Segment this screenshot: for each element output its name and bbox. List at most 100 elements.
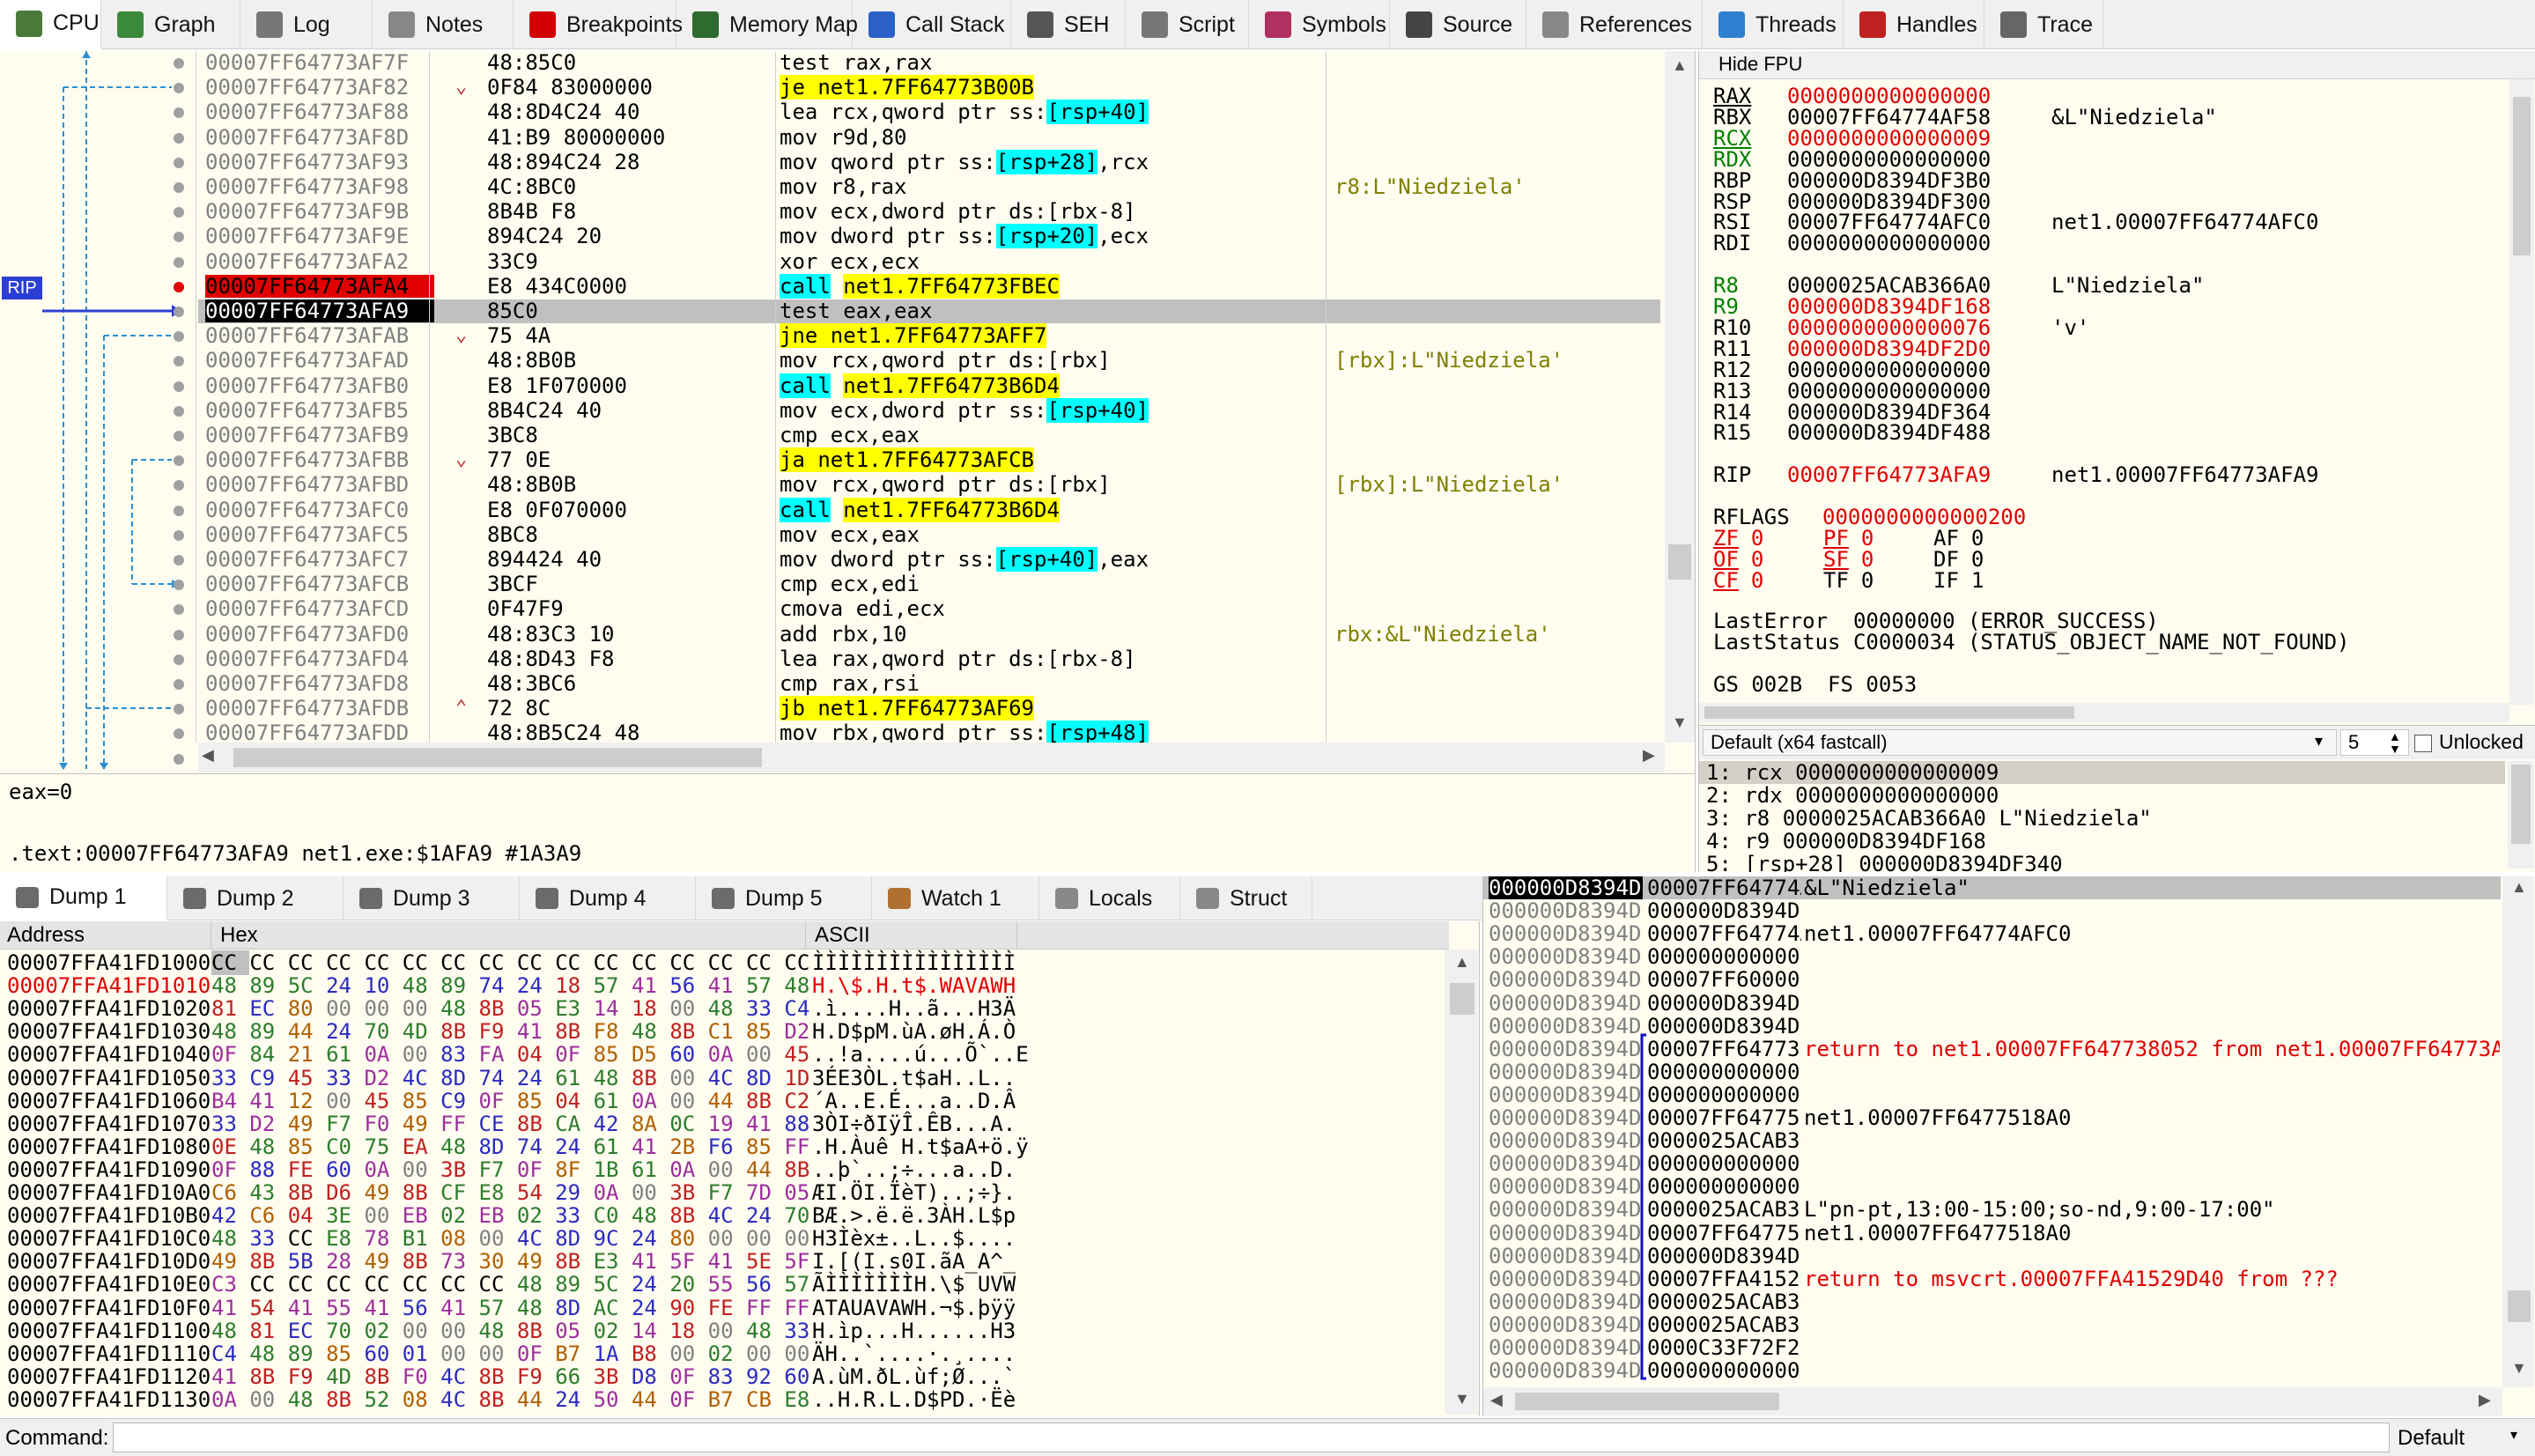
bullet-icon[interactable] [174, 704, 184, 714]
dump-row[interactable]: 00007FFA41FD1070 33 D2 49 F7 F0 49 FF CE … [0, 1112, 1445, 1135]
stack-vscroll[interactable]: ▲ ▼ [2502, 876, 2534, 1387]
stack-row[interactable]: 000000D8394DF30000007FF64774AF58&L"Niedz… [1483, 876, 2501, 899]
disasm-row[interactable]: 00007FF64773AF98 4C:8BC0 mov r8,rax r8:L"Ni… [174, 175, 1660, 199]
disasm-row[interactable]: 00007FF64773AFB0 E8 1F070000 call net1.7FF… [174, 373, 1660, 398]
tab-threads[interactable]: Threads [1703, 0, 1844, 49]
dump-row[interactable]: 00007FFA41FD1020 81 EC 80 00 00 00 48 8B … [0, 997, 1445, 1020]
bullet-icon[interactable] [174, 307, 184, 317]
stack-row[interactable]: 000000D8394DF3680000000000000000 [1483, 1175, 2501, 1198]
argument-row[interactable]: 2: rdx 0000000000000000 [1706, 784, 1999, 807]
bullet-icon[interactable] [174, 207, 184, 218]
registers-hscroll[interactable] [1699, 703, 2509, 722]
flag-if[interactable]: IF 1 [1933, 569, 1984, 592]
breakpoint-bullet-icon[interactable] [174, 282, 184, 292]
tab-memory-map[interactable]: Memory Map [676, 0, 858, 49]
stack-row[interactable]: 000000D8394DF380000000D8394DF400 [1483, 1245, 2501, 1268]
dump-row[interactable]: 00007FFA41FD1030 48 89 44 24 70 4D 8B F9 … [0, 1020, 1445, 1043]
stack-row[interactable]: 000000D8394DF3A00000C33F72F20000 [1483, 1336, 2501, 1359]
register-name-r15[interactable]: R15 [1713, 421, 1751, 444]
tab-trace[interactable]: Trace [1984, 0, 2103, 49]
dump-row[interactable]: 00007FFA41FD10C0 48 33 CC E8 78 B1 08 00 … [0, 1227, 1445, 1250]
disasm-row[interactable]: 00007FF64773AF9E 894C24 20 mov dword ptr s… [174, 224, 1660, 248]
disasm-row[interactable]: 00007FF64773AFD8 48:3BC6 cmp rax,rsi [174, 672, 1660, 696]
disasm-row[interactable]: 00007FF64773AFC5 8BC8 mov ecx,eax [174, 523, 1660, 547]
disasm-row[interactable]: 00007FF64773AFBD 48:8B0B mov rcx,qword ptr… [174, 473, 1660, 497]
bullet-icon[interactable] [174, 83, 184, 93]
stack-row[interactable]: 000000D8394DF32000007FF600000000 [1483, 968, 2501, 991]
stack-row[interactable]: 000000D8394DF308000000D8394DF3B0 [1483, 899, 2501, 922]
dump-row[interactable]: 00007FFA41FD1040 0F 84 21 61 0A 00 83 FA … [0, 1043, 1445, 1066]
bullet-icon[interactable] [174, 754, 184, 765]
bullet-icon[interactable] [174, 630, 184, 640]
disasm-row[interactable]: 00007FF64773AF7F 48:85C0 test rax,rax [174, 51, 1660, 75]
dump-row[interactable]: 00007FFA41FD1000 CC CC CC CC CC CC CC CC … [0, 950, 1445, 975]
tab-breakpoints[interactable]: Breakpoints [514, 0, 683, 49]
disasm-row[interactable]: 00007FF64773AFD0 48:83C3 10 add rbx,10 rbx:… [174, 623, 1660, 647]
dump-row[interactable]: 00007FFA41FD1080 0E 48 85 C0 75 EA 48 8D … [0, 1135, 1445, 1158]
bullet-icon[interactable] [174, 331, 184, 342]
arguments-pane[interactable]: Default (x64 fastcall) ▾ 5 ▲ ▼ Unlocked 1… [1698, 725, 2535, 872]
disasm-row[interactable]: 00007FF64773AFDB ⌃ 72 8C jb net1.7FF64773AF… [174, 696, 1660, 721]
bullet-icon[interactable] [174, 654, 184, 665]
hide-fpu-button[interactable]: Hide FPU [1718, 53, 1802, 76]
register-value-rdi[interactable]: 0000000000000000 [1787, 232, 1991, 255]
bullet-icon[interactable] [174, 480, 184, 491]
disasm-row[interactable]: 00007FF64773AFA9 85C0 test eax,eax [174, 299, 1660, 323]
argument-row[interactable]: 4: r9 000000D8394DF168 [1706, 830, 1986, 853]
tab-symbols[interactable]: Symbols [1249, 0, 1390, 49]
stack-row[interactable]: 000000D8394DF3180000000000000000 [1483, 945, 2501, 968]
dump-row[interactable]: 00007FFA41FD10F0 41 54 41 55 41 56 41 57 … [0, 1297, 1445, 1319]
stack-row[interactable]: 000000D8394DF330000000D8394DF364 [1483, 1015, 2501, 1038]
flag-cf[interactable]: CF 0 [1713, 569, 1763, 592]
command-input[interactable] [113, 1423, 2390, 1452]
dump-row[interactable]: 00007FFA41FD1050 33 C9 45 33 D2 4C 8D 74 … [0, 1067, 1445, 1090]
stack-row[interactable]: 000000D8394DF3700000025ACAB36000L"pn-pt,… [1483, 1198, 2501, 1221]
registers-pane[interactable]: Hide FPU RAX 0000000000000000 RBX 00007FF64… [1698, 51, 2535, 725]
stack-row[interactable]: 000000D8394DF35000007FF6477518A0net1.000… [1483, 1106, 2501, 1129]
stack-row[interactable]: 000000D8394DF3A80000000000000000 [1483, 1359, 2501, 1382]
stack-row[interactable]: 000000D8394DF37800007FF6477518A0net1.000… [1483, 1222, 2501, 1245]
tab-dump-3[interactable]: Dump 3 [344, 876, 520, 920]
bullet-icon[interactable] [174, 580, 184, 590]
tab-struct[interactable]: Struct [1180, 876, 1312, 920]
stack-row[interactable]: 000000D8394DF3900000025ACAB36400 [1483, 1290, 2501, 1313]
argument-count-spinner[interactable]: 5 ▲ ▼ [2340, 729, 2409, 756]
disasm-row[interactable]: 00007FF64773AFD4 48:8D43 F8 lea rax,qword … [174, 647, 1660, 671]
stack-row[interactable]: 000000D8394DF328000000D8394DF488 [1483, 992, 2501, 1015]
stack-row[interactable]: 000000D8394DF31000007FF64774AFC0net1.000… [1483, 922, 2501, 945]
stack-row[interactable]: 000000D8394DF33800007FF647738052return t… [1483, 1038, 2501, 1061]
disasm-row[interactable]: 00007FF64773AFA4 E8 434C0000 call net1.7FF… [174, 274, 1660, 299]
stack-row[interactable]: 000000D8394DF3980000025ACAB36000 [1483, 1313, 2501, 1336]
bullet-icon[interactable] [174, 506, 184, 516]
disasm-row[interactable]: 00007FF64773AFAB ⌄ 75 4A jne net1.7FF64773A… [174, 323, 1660, 348]
stack-row[interactable]: 000000D8394DF3580000025ACAB36400 [1483, 1129, 2501, 1152]
tab-dump-4[interactable]: Dump 4 [520, 876, 696, 920]
disassembly-vscroll[interactable]: ▲ ▼ [1665, 51, 1695, 743]
dump-header-ascii[interactable]: ASCII [815, 923, 870, 948]
disasm-row[interactable]: 00007FF64773AFA2 33C9 xor ecx,ecx [174, 250, 1660, 274]
stack-hscroll[interactable]: ◀ ▶ [1483, 1387, 2502, 1415]
bullet-icon[interactable] [174, 356, 184, 366]
bullet-icon[interactable] [174, 555, 184, 565]
disasm-row[interactable]: 00007FF64773AF82 ⌄ 0F84 83000000 je net1.7F… [174, 75, 1660, 100]
tab-references[interactable]: References [1526, 0, 1703, 49]
unlocked-checkbox[interactable] [2414, 735, 2432, 752]
stack-row[interactable]: 000000D8394DF3600000000000000000 [1483, 1152, 2501, 1175]
bullet-icon[interactable] [174, 257, 184, 268]
disasm-row[interactable]: 00007FF64773AF88 48:8D4C24 40 lea rcx,qwor… [174, 100, 1660, 124]
tab-call-stack[interactable]: Call Stack [853, 0, 1011, 49]
dump-row[interactable]: 00007FFA41FD10A0 C6 43 8B D6 49 8B CF E8 … [0, 1181, 1445, 1204]
bullet-icon[interactable] [174, 232, 184, 242]
arguments-vscroll[interactable] [2508, 761, 2534, 868]
rflags-value[interactable]: 0000000000000200 [1822, 506, 2026, 528]
disasm-row[interactable]: 00007FF64773AFB5 8B4C24 40 mov ecx,dword p… [174, 398, 1660, 423]
bullet-icon[interactable] [174, 381, 184, 392]
flag-tf[interactable]: TF 0 [1823, 569, 1874, 592]
bullet-icon[interactable] [174, 728, 184, 739]
bullet-icon[interactable] [174, 406, 184, 417]
tab-source[interactable]: Source [1390, 0, 1526, 49]
stack-row[interactable]: 000000D8394DF3400000000000000000 [1483, 1061, 2501, 1083]
dump-row[interactable]: 00007FFA41FD1090 0F 88 FE 60 0A 00 3B F7 … [0, 1158, 1445, 1181]
dump-vscroll[interactable]: ▲ ▼ [1445, 950, 1478, 1415]
command-mode-select[interactable]: Default ▾ [2394, 1423, 2533, 1452]
